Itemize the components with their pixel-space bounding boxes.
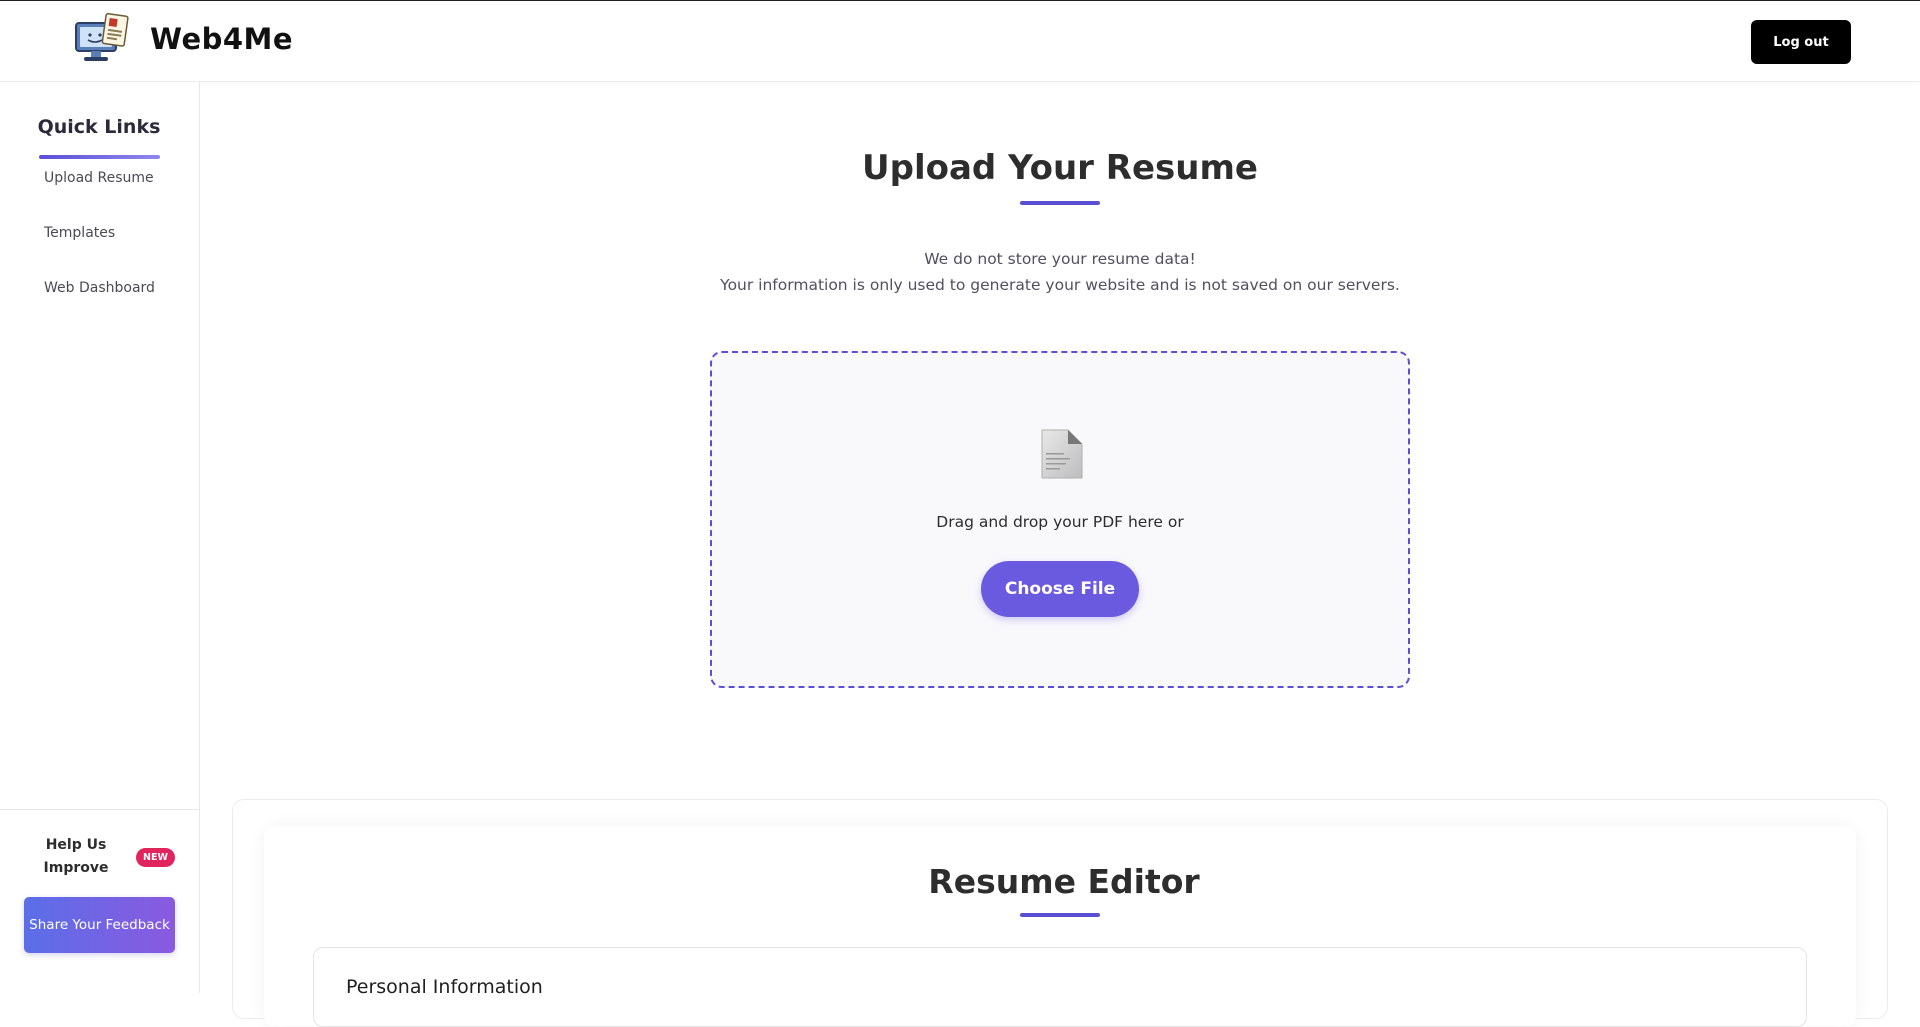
new-badge: NEW <box>136 848 175 867</box>
pdf-dropzone[interactable]: Drag and drop your PDF here or Choose Fi… <box>710 351 1410 688</box>
brand[interactable]: Web4Me <box>74 13 293 65</box>
sidebar-item-upload-resume[interactable]: Upload Resume <box>44 170 154 186</box>
logout-button[interactable]: Log out <box>1751 20 1851 64</box>
sidebar: Quick Links Upload Resume Templates Web … <box>0 82 200 993</box>
share-feedback-button[interactable]: Share Your Feedback <box>24 897 175 953</box>
personal-information-card[interactable]: Personal Information <box>313 947 1807 1027</box>
computer-resume-logo-icon <box>75 13 129 61</box>
sidebar-title-underline <box>39 155 160 159</box>
privacy-notice: We do not store your resume data! Your i… <box>600 246 1520 298</box>
help-us-improve-text: Help Us Improve <box>43 837 109 876</box>
sidebar-item-templates[interactable]: Templates <box>44 225 115 241</box>
resume-editor-title: Resume Editor <box>928 862 1200 901</box>
sidebar-item-web-dashboard[interactable]: Web Dashboard <box>44 280 155 296</box>
privacy-notice-line-2: Your information is only used to generat… <box>720 276 1400 294</box>
editor-title-underline <box>1020 913 1100 917</box>
sidebar-title: Quick Links <box>37 116 161 138</box>
drop-instructions: Drag and drop your PDF here or <box>936 513 1184 531</box>
app-header: Web4Me Log out <box>0 1 1920 82</box>
title-underline <box>1020 201 1100 205</box>
page-title: Upload Your Resume <box>862 148 1258 188</box>
feedback-section: Help Us Improve NEW Share Your Feedback <box>0 809 200 993</box>
brand-name: Web4Me <box>150 22 294 56</box>
choose-file-button[interactable]: Choose File <box>981 561 1139 617</box>
privacy-notice-line-1: We do not store your resume data! <box>924 250 1196 268</box>
personal-information-title: Personal Information <box>346 976 543 998</box>
document-icon <box>1041 429 1083 479</box>
